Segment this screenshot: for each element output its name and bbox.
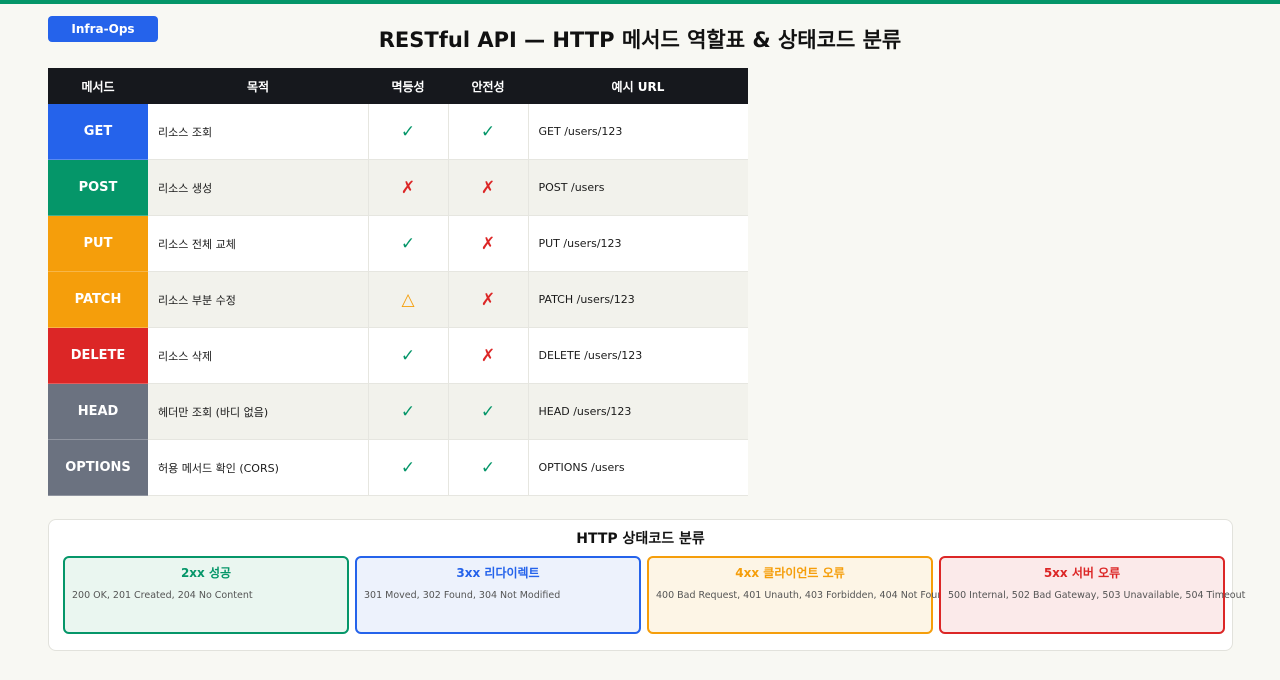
purpose-cell: 리소스 전체 교체 [148, 215, 369, 272]
status-card: 3xx 리다이렉트 301 Moved, 302 Found, 304 Not M… [355, 556, 641, 634]
table-row: GET 리소스 조회 ✓ ✓ GET /users/123 [48, 104, 748, 160]
safe-cell: ✓ [448, 439, 529, 496]
column-header-safe: 안전성 [448, 68, 528, 104]
status-card-description: 301 Moved, 302 Found, 304 Not Modified [364, 590, 561, 601]
idempotent-cell: ✗ [368, 159, 449, 216]
example-url-cell: PUT /users/123 [528, 215, 748, 272]
purpose-cell: 허용 메서드 확인 (CORS) [148, 439, 369, 496]
idempotent-cell: ✓ [368, 439, 449, 496]
safe-cell: ✗ [448, 159, 529, 216]
purpose-cell: 리소스 부분 수정 [148, 271, 369, 328]
idempotent-cell: ✓ [368, 104, 449, 160]
safe-cell: ✗ [448, 271, 529, 328]
method-cell: PATCH [48, 271, 148, 328]
method-cell: GET [48, 104, 148, 160]
safe-cell: ✗ [448, 327, 529, 384]
table-row: DELETE 리소스 삭제 ✓ ✗ DELETE /users/123 [48, 327, 748, 384]
column-header-purpose: 목적 [148, 68, 368, 104]
status-card-label: 3xx 리다이렉트 [456, 566, 540, 580]
status-card-label: 5xx 서버 오류 [1043, 566, 1121, 580]
column-header-idempotent: 멱등성 [368, 68, 448, 104]
status-card-label: 4xx 클라이언트 오류 [735, 566, 845, 580]
status-card-description: 200 OK, 201 Created, 204 No Content [72, 590, 253, 601]
column-header-method: 메서드 [48, 68, 148, 104]
idempotent-cell: ✓ [368, 215, 449, 272]
method-cell: HEAD [48, 383, 148, 440]
purpose-cell: 리소스 삭제 [148, 327, 369, 384]
table-row: PUT 리소스 전체 교체 ✓ ✗ PUT /users/123 [48, 215, 748, 272]
example-url-cell: PATCH /users/123 [528, 271, 748, 328]
safe-cell: ✓ [448, 383, 529, 440]
safe-cell: ✗ [448, 215, 529, 272]
idempotent-cell: △ [368, 271, 449, 328]
example-url-cell: GET /users/123 [528, 104, 748, 160]
method-cell: DELETE [48, 327, 148, 384]
method-cell: PUT [48, 215, 148, 272]
status-card: 4xx 클라이언트 오류 400 Bad Request, 401 Unauth,… [647, 556, 1013, 634]
http-methods-table: 메서드 목적 멱등성 안전성 예시 URL GET 리소스 조회 ✓ ✓ GET /us… [48, 68, 748, 496]
status-card-label: 2xx 성공 [180, 566, 232, 580]
example-url-cell: HEAD /users/123 [528, 383, 748, 440]
purpose-cell: 헤더만 조회 (바디 없음) [148, 383, 369, 440]
example-url-cell: OPTIONS /users [528, 439, 748, 496]
status-section-title: HTTP 상태코드 분류 [576, 531, 705, 547]
status-code-panel: HTTP 상태코드 분류 2xx 성공 200 OK, 201 Created, … [48, 519, 1245, 651]
table-header-row: 메서드 목적 멱등성 안전성 예시 URL [48, 68, 748, 104]
method-cell: OPTIONS [48, 439, 148, 496]
method-cell: POST [48, 159, 148, 216]
purpose-cell: 리소스 생성 [148, 159, 369, 216]
status-card: 5xx 서버 오류 500 Internal, 502 Bad Gateway, … [939, 556, 1245, 634]
status-card: 2xx 성공 200 OK, 201 Created, 204 No Conten… [63, 556, 349, 634]
table-row: HEAD 헤더만 조회 (바디 없음) ✓ ✓ HEAD /users/123 [48, 383, 748, 440]
page-title: RESTful API — HTTP 메서드 역할표 & 상태코드 분류 [378, 28, 902, 52]
table-row: POST 리소스 생성 ✗ ✗ POST /users [48, 159, 748, 216]
example-url-cell: DELETE /users/123 [528, 327, 748, 384]
idempotent-cell: ✓ [368, 327, 449, 384]
column-header-example-url: 예시 URL [528, 68, 748, 104]
table-row: OPTIONS 허용 메서드 확인 (CORS) ✓ ✓ OPTIONS /users [48, 439, 748, 496]
top-accent-bar [0, 0, 1280, 4]
status-card-description: 500 Internal, 502 Bad Gateway, 503 Unava… [948, 590, 1246, 601]
idempotent-cell: ✓ [368, 383, 449, 440]
safe-cell: ✓ [448, 104, 529, 160]
purpose-cell: 리소스 조회 [148, 104, 369, 160]
table-row: PATCH 리소스 부분 수정 △ ✗ PATCH /users/123 [48, 271, 748, 328]
example-url-cell: POST /users [528, 159, 748, 216]
